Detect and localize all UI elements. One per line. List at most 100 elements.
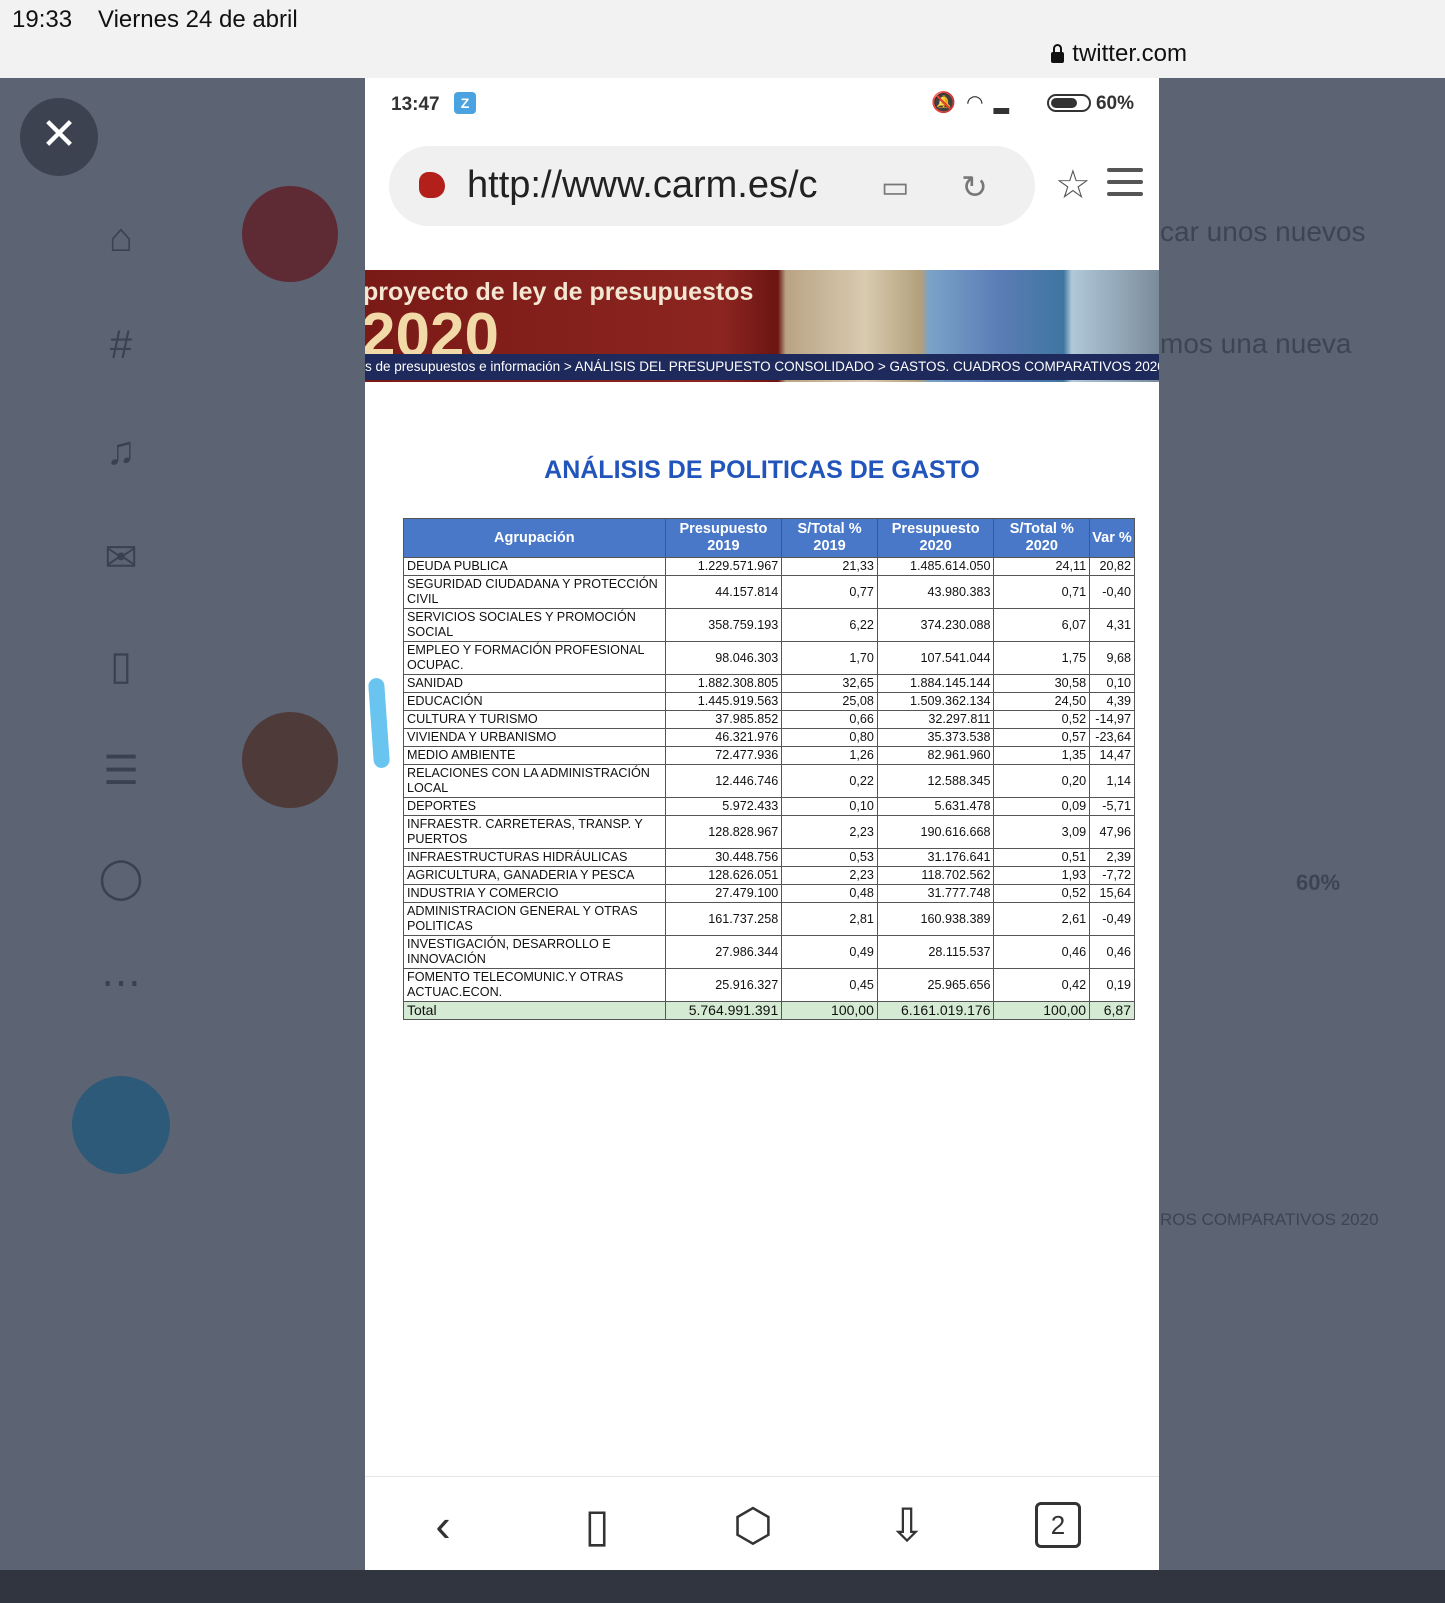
avatar[interactable] [242,712,338,808]
cell-var: 20,82 [1089,557,1135,576]
cell-stotal-2020: 3,09 [993,815,1091,849]
cell-presupuesto-2020: 374.230.088 [876,608,995,642]
cell-agrupacion: SEGURIDAD CIUDADANA Y PROTECCIÓN CIVIL [403,575,666,609]
cell-presupuesto-2020: 118.702.562 [876,866,995,885]
total-agrupacion: Total [403,1001,666,1020]
bookmarks-icon[interactable]: ▯ [98,643,144,689]
cell-stotal-2020: 0,71 [993,575,1091,609]
table-row: DEUDA PUBLICA 1.229.571.967 21,33 1.485.614… [403,557,1135,576]
cell-var: -0,49 [1089,902,1135,936]
cell-presupuesto-2019: 27.479.100 [664,884,783,903]
bookmark-star-icon[interactable]: ☆ [1055,162,1091,208]
cell-stotal-2019: 1,70 [781,641,878,675]
cell-agrupacion: CULTURA Y TURISMO [403,710,666,729]
close-button[interactable]: ✕ [20,98,98,176]
cell-stotal-2019: 2,23 [781,815,878,849]
cell-presupuesto-2020: 31.176.641 [876,848,995,867]
cell-agrupacion: INVESTIGACIÓN, DESARROLLO E INNOVACIÓN [403,935,666,969]
back-icon[interactable]: ‹ [413,1497,473,1553]
cell-presupuesto-2019: 5.972.433 [664,797,783,816]
background-tweet-text: ROS COMPARATIVOS 2020 [1160,1210,1379,1229]
cell-agrupacion: RELACIONES CON LA ADMINISTRACIÓN LOCAL [403,764,666,798]
cell-stotal-2020: 0,52 [993,710,1091,729]
header-presupuesto-2020: Presupuesto 2020 [876,518,995,558]
cell-presupuesto-2019: 98.046.303 [664,641,783,675]
cell-presupuesto-2020: 1.485.614.050 [876,557,995,576]
cell-presupuesto-2019: 12.446.746 [664,764,783,798]
messages-icon[interactable]: ✉ [98,535,144,581]
site-favicon-icon [419,172,445,198]
tabs-count-button[interactable]: 2 [1035,1502,1081,1548]
profile-icon[interactable]: ◯ [98,855,144,901]
cell-var: 9,68 [1089,641,1135,675]
breadcrumb[interactable]: s de presupuestos e información > ANÁLIS… [365,354,1159,380]
cell-stotal-2020: 0,46 [993,935,1091,969]
header-agrupacion: Agrupación [403,518,666,558]
compose-tweet-button[interactable] [72,1076,170,1174]
cell-presupuesto-2019: 1.445.919.563 [664,692,783,711]
cell-stotal-2020: 0,52 [993,884,1091,903]
cell-var: -7,72 [1089,866,1135,885]
cell-agrupacion: SERVICIOS SOCIALES Y PROMOCIÓN SOCIAL [403,608,666,642]
cell-stotal-2020: 2,61 [993,902,1091,936]
table-row: EDUCACIÓN 1.445.919.563 25,08 1.509.362.134… [403,692,1135,711]
table-row: VIVIENDA Y URBANISMO 46.321.976 0,80 35.373… [403,728,1135,747]
menu-icon[interactable] [1107,166,1143,198]
cell-presupuesto-2020: 25.965.656 [876,968,995,1002]
table-row: INVESTIGACIÓN, DESARROLLO E INNOVACIÓN 27… [403,935,1135,969]
ipad-time: 19:33 [12,6,73,33]
cell-presupuesto-2020: 28.115.537 [876,935,995,969]
address-domain[interactable]: twitter.com [1051,40,1187,68]
battery-percent: 60% [1095,93,1134,114]
url-bar[interactable]: http://www.carm.es/c ▭ ↻ [389,146,1035,226]
reader-mode-icon[interactable]: ▭ [881,170,909,205]
download-icon[interactable]: ⇩ [877,1497,937,1553]
cell-stotal-2020: 6,07 [993,608,1091,642]
notifications-icon[interactable]: ♫ [98,428,144,474]
more-icon[interactable]: ⋯ [98,960,144,1006]
cell-presupuesto-2019: 25.916.327 [664,968,783,1002]
cell-presupuesto-2020: 12.588.345 [876,764,995,798]
cell-stotal-2020: 1,35 [993,746,1091,765]
home-icon[interactable]: ⌂ [98,215,144,261]
background-tweet-text: mos una nueva [1160,328,1352,359]
cell-stotal-2019: 25,08 [781,692,878,711]
table-row: INFRAESTR. CARRETERAS, TRANSP. Y PUERTOS… [403,815,1135,849]
battery-icon [1047,94,1091,112]
lists-icon[interactable]: ☰ [98,748,144,794]
cell-stotal-2019: 0,22 [781,764,878,798]
lock-icon [1051,43,1065,63]
total-presupuesto-2020: 6.161.019.176 [876,1001,995,1020]
table-row: AGRICULTURA, GANADERIA Y PESCA 128.626.05… [403,866,1135,885]
cell-stotal-2020: 0,09 [993,797,1091,816]
ipad-bottom-bar [0,1570,1445,1603]
cell-var: 0,19 [1089,968,1135,1002]
cell-stotal-2020: 24,50 [993,692,1091,711]
cell-stotal-2019: 1,26 [781,746,878,765]
cell-var: 1,14 [1089,764,1135,798]
bookmarks-book-icon[interactable]: ▯ [567,1497,627,1553]
table-row: CULTURA Y TURISMO 37.985.852 0,66 32.297.81… [403,710,1135,729]
cell-var: 2,39 [1089,848,1135,867]
cell-agrupacion: DEPORTES [403,797,666,816]
cell-var: 14,47 [1089,746,1135,765]
home-icon[interactable]: ⬡ [723,1497,783,1553]
avatar[interactable] [242,186,338,282]
phone-nav-bar: ‹ ▯ ⬡ ⇩ 2 [365,1476,1159,1570]
table-header-row: Agrupación Presupuesto 2019 S/Total % 20… [403,518,1135,558]
cell-presupuesto-2019: 128.626.051 [664,866,783,885]
explore-icon[interactable]: # [98,322,144,368]
cell-stotal-2019: 21,33 [781,557,878,576]
cell-presupuesto-2019: 161.737.258 [664,902,783,936]
cell-presupuesto-2019: 30.448.756 [664,848,783,867]
cell-agrupacion: DEUDA PUBLICA [403,557,666,576]
cell-presupuesto-2019: 44.157.814 [664,575,783,609]
url-text[interactable]: http://www.carm.es/c [467,164,851,207]
spending-table: Agrupación Presupuesto 2019 S/Total % 20… [403,518,1135,1020]
cell-stotal-2020: 24,11 [993,557,1091,576]
reload-icon[interactable]: ↻ [961,168,988,206]
cell-stotal-2019: 0,80 [781,728,878,747]
total-stotal-2020: 100,00 [993,1001,1091,1020]
cell-stotal-2020: 0,42 [993,968,1091,1002]
cell-presupuesto-2019: 358.759.193 [664,608,783,642]
